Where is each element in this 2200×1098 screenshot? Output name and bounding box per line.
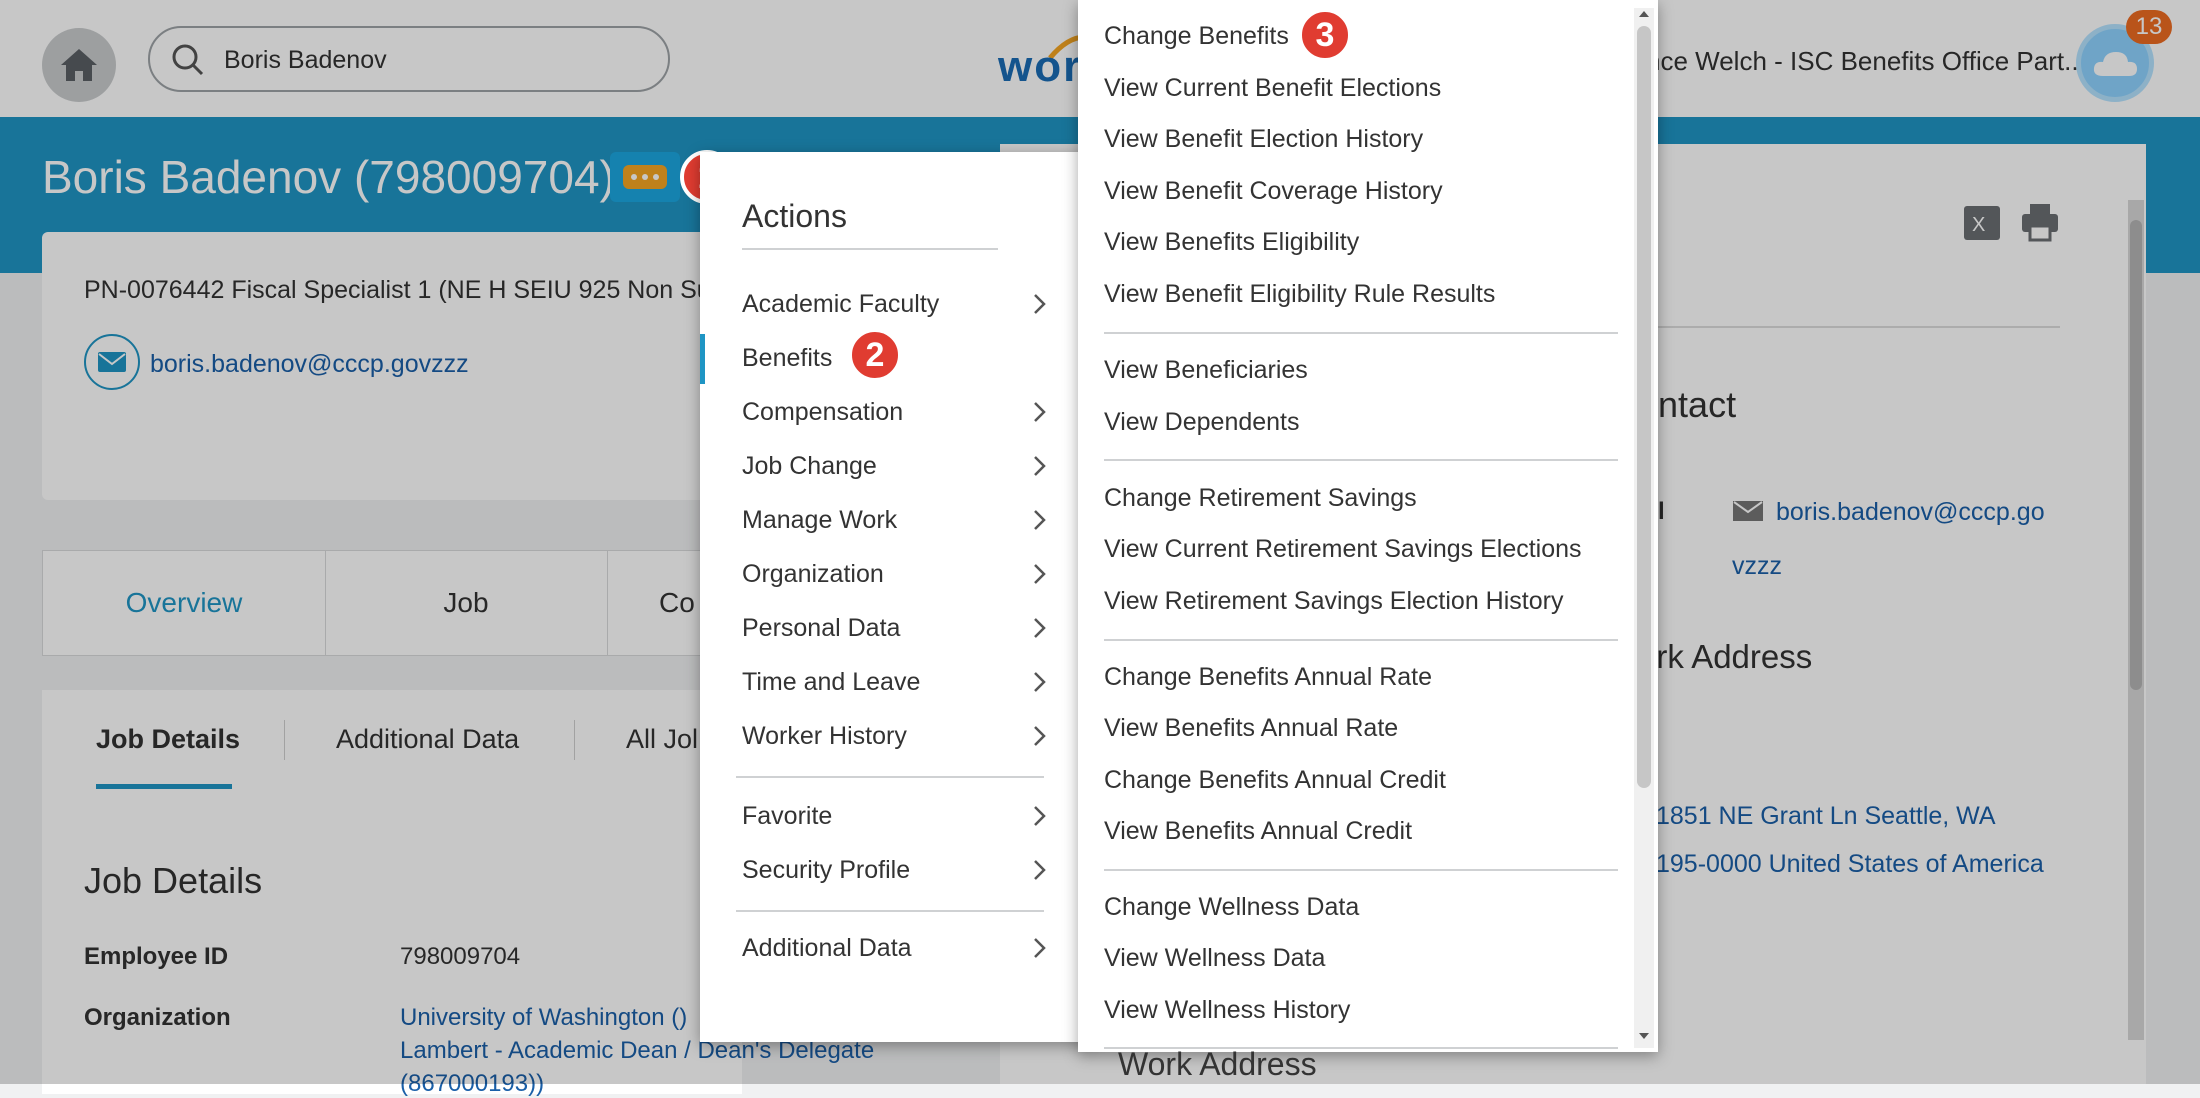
chevron-right-icon: [1034, 510, 1046, 530]
chevron-right-icon: [1034, 564, 1046, 584]
submenu-change-wellness-data[interactable]: Change Wellness Data: [1104, 893, 1359, 922]
submenu-change-benefits-annual-rate[interactable]: Change Benefits Annual Rate: [1104, 663, 1432, 692]
submenu-view-benefits-annual-credit[interactable]: View Benefits Annual Credit: [1104, 817, 1412, 846]
menu-item-security-profile[interactable]: Security Profile: [742, 856, 910, 885]
chevron-right-icon: [1034, 860, 1046, 880]
submenu-view-wellness-history[interactable]: View Wellness History: [1104, 996, 1350, 1025]
chevron-right-icon: [1034, 672, 1046, 692]
chevron-right-icon: [1034, 402, 1046, 422]
scroll-down-arrow-icon[interactable]: [1637, 1030, 1651, 1042]
chevron-right-icon: [1034, 726, 1046, 746]
menu-divider: [736, 910, 1044, 912]
submenu-view-wellness-data[interactable]: View Wellness Data: [1104, 944, 1325, 973]
submenu-divider: [1104, 332, 1618, 334]
submenu-view-benefits-eligibility[interactable]: View Benefits Eligibility: [1104, 228, 1359, 257]
submenu-change-retirement-savings[interactable]: Change Retirement Savings: [1104, 484, 1417, 513]
submenu-change-benefits[interactable]: Change Benefits: [1104, 22, 1289, 51]
submenu-view-benefit-eligibility-rule-results[interactable]: View Benefit Eligibility Rule Results: [1104, 280, 1495, 309]
submenu-view-retirement-savings-election-history[interactable]: View Retirement Savings Election History: [1104, 587, 1563, 616]
actions-menu: [700, 152, 1092, 1042]
submenu-view-dependents[interactable]: View Dependents: [1104, 408, 1300, 437]
submenu-scrollbar-thumb[interactable]: [1637, 26, 1651, 788]
menu-item-time-and-leave[interactable]: Time and Leave: [742, 668, 920, 697]
menu-item-benefits[interactable]: Benefits: [742, 344, 832, 373]
submenu-view-current-retirement-savings-elections[interactable]: View Current Retirement Savings Election…: [1104, 535, 1582, 564]
submenu-view-benefit-coverage-history[interactable]: View Benefit Coverage History: [1104, 177, 1443, 206]
menu-item-favorite[interactable]: Favorite: [742, 802, 832, 831]
step-2-badge: 2: [848, 328, 902, 382]
menu-item-manage-work[interactable]: Manage Work: [742, 506, 897, 535]
chevron-right-icon: [1034, 456, 1046, 476]
chevron-right-icon: [1034, 294, 1046, 314]
submenu-divider: [1104, 459, 1618, 461]
menu-item-personal-data[interactable]: Personal Data: [742, 614, 900, 643]
menu-divider: [736, 776, 1044, 778]
step-3-badge: 3: [1298, 8, 1352, 62]
chevron-right-icon: [1034, 806, 1046, 826]
menu-divider: [742, 248, 998, 250]
scroll-up-arrow-icon[interactable]: [1637, 8, 1651, 20]
chevron-right-icon: [1034, 938, 1046, 958]
submenu-divider: [1104, 869, 1618, 871]
submenu-view-beneficiaries[interactable]: View Beneficiaries: [1104, 356, 1308, 385]
actions-menu-title: Actions: [742, 198, 847, 234]
menu-item-additional-data[interactable]: Additional Data: [742, 934, 912, 963]
submenu-view-benefits-annual-rate[interactable]: View Benefits Annual Rate: [1104, 714, 1398, 743]
menu-item-compensation[interactable]: Compensation: [742, 398, 903, 427]
chevron-right-icon: [1034, 618, 1046, 638]
work-address-heading-bottom: Work Address: [1118, 1046, 1317, 1082]
selected-item-indicator: [700, 334, 705, 384]
menu-item-job-change[interactable]: Job Change: [742, 452, 877, 481]
menu-item-organization[interactable]: Organization: [742, 560, 884, 589]
submenu-view-current-benefit-elections[interactable]: View Current Benefit Elections: [1104, 74, 1441, 103]
menu-item-worker-history[interactable]: Worker History: [742, 722, 907, 751]
submenu-divider: [1104, 639, 1618, 641]
submenu-change-benefits-annual-credit[interactable]: Change Benefits Annual Credit: [1104, 766, 1446, 795]
menu-item-academic-faculty[interactable]: Academic Faculty: [742, 290, 939, 319]
submenu-view-benefit-election-history[interactable]: View Benefit Election History: [1104, 125, 1423, 154]
